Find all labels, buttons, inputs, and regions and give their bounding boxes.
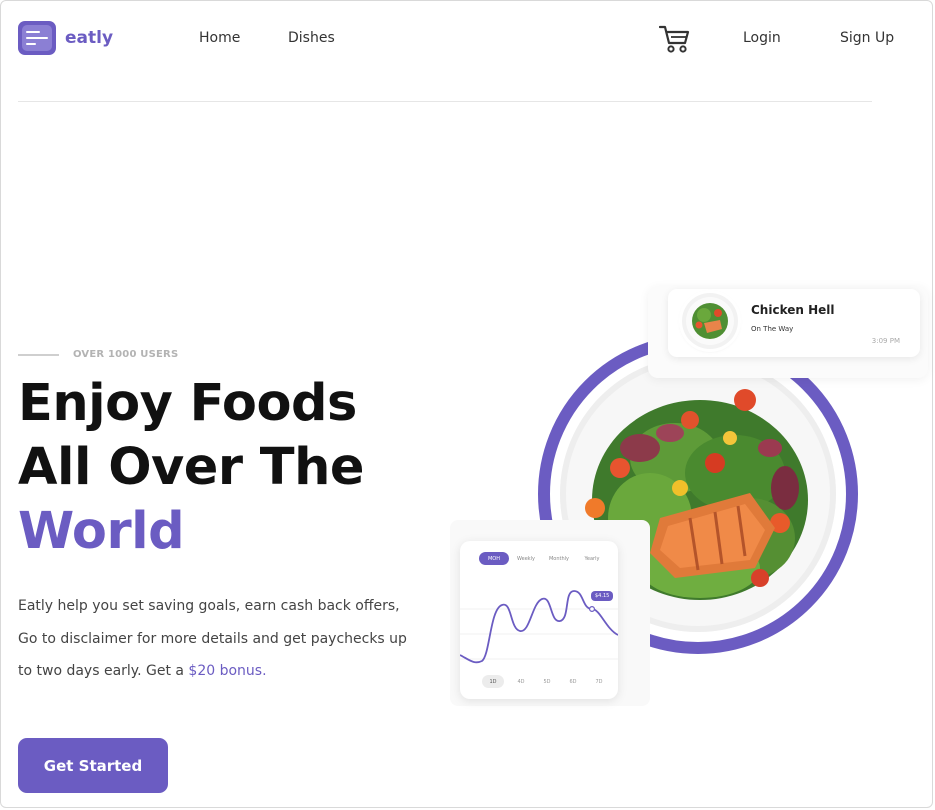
notification-time: 3:09 PM [871,337,900,345]
brand-name: eatly [65,28,114,48]
spending-line [460,590,618,664]
desc-line1: Eatly help you set saving goals, earn ca… [18,598,400,614]
desc-line3-text: to two days early. Get a [18,663,189,679]
eyebrow-text: OVER 1000 USERS [73,349,179,360]
hero-title-line1: Enjoy Foods [18,374,357,433]
x-label-7d[interactable]: 7D [586,675,612,688]
hero-title-line2: All Over The [18,438,364,497]
login-link[interactable]: Login [743,30,781,46]
signup-link[interactable]: Sign Up [840,30,894,46]
get-started-button[interactable]: Get Started [18,738,168,793]
chart-x-labels: 1D 4D 5D 6D 7D [482,675,612,688]
desc-line2: Go to disclaimer for more details and ge… [18,630,407,647]
tab-weekly[interactable]: Weekly [510,552,542,565]
brand-logo[interactable]: eatly [18,21,113,55]
logo-icon [18,21,56,55]
tab-moh[interactable]: MOH [479,552,509,565]
order-notification-card[interactable]: Chicken Hell On The Way 3:09 PM [668,289,920,357]
x-label-6d[interactable]: 6D [560,675,586,688]
spending-chart-card: MOH Weekly Monthly Yearly $4.15 1D 4D 5D… [460,541,618,699]
nav-home-link[interactable]: Home [199,30,240,46]
x-label-1d[interactable]: 1D [482,675,504,688]
chart-marker [589,606,596,613]
header-divider [18,101,872,102]
desc-line3: to two days early. Get a $20 bonus. [18,655,458,688]
cart-icon[interactable] [658,24,691,54]
hero-description: Eatly help you set saving goals, earn ca… [18,590,458,688]
dish-thumbnail [682,293,738,349]
notification-status: On The Way [751,325,794,333]
hero-title-accent: World [18,502,185,561]
eyebrow-line [18,353,59,356]
x-label-4d[interactable]: 4D [508,675,534,688]
hero-title: Enjoy Foods All Over The World [18,372,364,564]
tab-yearly[interactable]: Yearly [576,552,608,565]
notification-title: Chicken Hell [751,303,835,317]
tab-monthly[interactable]: Monthly [543,552,575,565]
value-pill: $4.15 [591,591,614,601]
users-eyebrow: OVER 1000 USERS [18,349,178,360]
period-tabs: MOH Weekly Monthly Yearly [479,552,609,565]
nav-dishes-link[interactable]: Dishes [288,30,335,46]
bonus-text: $20 bonus. [188,663,267,679]
x-label-5d[interactable]: 5D [534,675,560,688]
